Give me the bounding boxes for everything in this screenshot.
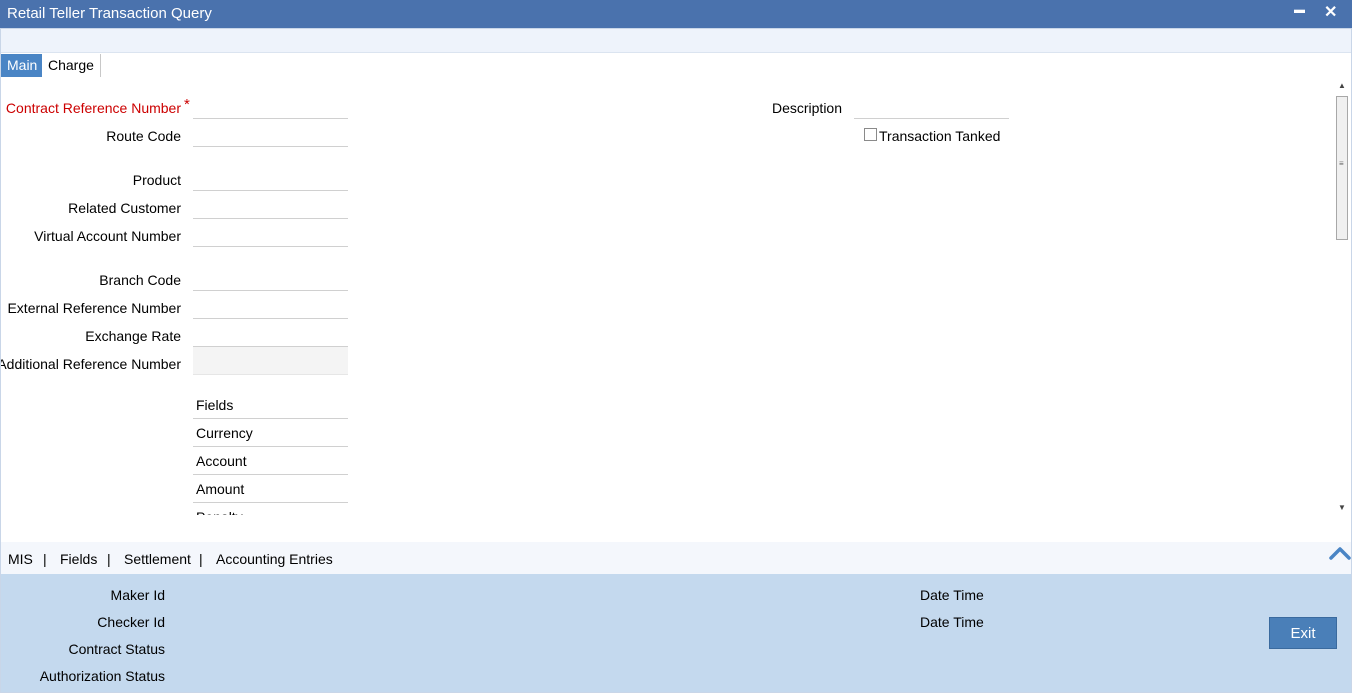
fields-link[interactable]: Fields: [60, 551, 97, 567]
close-icon[interactable]: ✕: [1324, 2, 1337, 22]
description-input[interactable]: [854, 91, 1009, 119]
branch-code-label: Branch Code: [99, 272, 181, 288]
external-reference-input[interactable]: [193, 291, 348, 319]
contract-reference-label: Contract Reference Number: [5, 100, 181, 116]
route-code-label: Route Code: [106, 128, 181, 144]
product-label: Product: [132, 172, 181, 188]
fields-grid-row[interactable]: Currency: [193, 420, 348, 447]
main-form-panel: Contract Reference Number * Route Code P…: [0, 77, 1352, 515]
maker-id-label: Maker Id: [110, 587, 165, 603]
scrollbar-thumb[interactable]: ≡: [1336, 96, 1348, 240]
exit-button[interactable]: Exit: [1269, 617, 1337, 649]
scroll-up-icon[interactable]: ▲: [1338, 81, 1346, 90]
mis-link[interactable]: MIS: [8, 551, 33, 567]
exchange-rate-label: Exchange Rate: [85, 328, 181, 344]
contract-reference-input[interactable]: [193, 91, 348, 119]
checker-id-label: Checker Id: [97, 614, 165, 630]
required-marker: *: [184, 96, 190, 113]
additional-reference-input: [193, 347, 348, 375]
contract-status-label: Contract Status: [68, 641, 166, 657]
vertical-scrollbar[interactable]: ▲ ≡ ▼: [1334, 79, 1350, 515]
transaction-tanked-label: Transaction Tanked: [879, 128, 1001, 144]
fields-grid-row[interactable]: Account: [193, 448, 348, 475]
scroll-down-icon[interactable]: ▼: [1338, 503, 1346, 512]
maker-date-time-label: Date Time: [920, 587, 984, 603]
related-customer-label: Related Customer: [68, 200, 181, 216]
accounting-entries-link[interactable]: Accounting Entries: [216, 551, 333, 567]
virtual-account-label: Virtual Account Number: [34, 228, 181, 244]
toolbar-strip: [0, 28, 1352, 53]
branch-code-input[interactable]: [193, 263, 348, 291]
exchange-rate-input[interactable]: [193, 319, 348, 347]
description-label: Description: [771, 100, 842, 116]
fields-grid-row[interactable]: Amount: [193, 476, 348, 503]
audit-panel: Maker Id Checker Id Contract Status Auth…: [0, 574, 1352, 693]
window-title-bar: Retail Teller Transaction Query ▬ ✕: [0, 0, 1352, 28]
tab-main[interactable]: Main: [1, 54, 44, 77]
settlement-link[interactable]: Settlement: [124, 551, 191, 567]
route-code-input[interactable]: [193, 119, 348, 147]
link-separator: |: [107, 551, 111, 567]
fields-grid-row[interactable]: Penalty: [193, 504, 348, 515]
window-title: Retail Teller Transaction Query: [7, 5, 212, 22]
external-reference-label: External Reference Number: [7, 300, 181, 316]
tab-charge[interactable]: Charge: [42, 54, 101, 77]
grip-icon: ≡: [1339, 159, 1344, 168]
footer-link-bar: MIS | Fields | Settlement | Accounting E…: [0, 542, 1352, 574]
related-customer-input[interactable]: [193, 191, 348, 219]
checker-date-time-label: Date Time: [920, 614, 984, 630]
fields-grid-header: Fields: [193, 392, 348, 419]
additional-reference-label: Additional Reference Number: [0, 356, 181, 372]
authorization-status-label: Authorization Status: [39, 668, 165, 684]
transaction-tanked-checkbox[interactable]: [864, 128, 877, 141]
link-separator: |: [199, 551, 203, 567]
link-separator: |: [43, 551, 47, 567]
chevron-up-icon[interactable]: [1329, 545, 1351, 561]
product-input[interactable]: [193, 163, 348, 191]
virtual-account-input[interactable]: [193, 219, 348, 247]
minimize-icon[interactable]: ▬: [1294, 4, 1305, 16]
